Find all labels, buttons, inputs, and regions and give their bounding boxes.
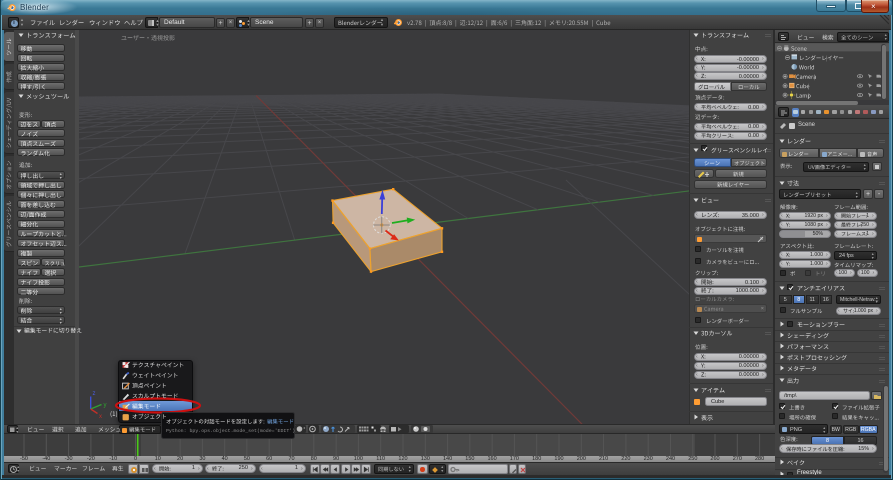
svg-text:z: z [93,391,96,397]
svg-text:y: y [104,403,107,409]
svg-text:x: x [99,414,102,420]
